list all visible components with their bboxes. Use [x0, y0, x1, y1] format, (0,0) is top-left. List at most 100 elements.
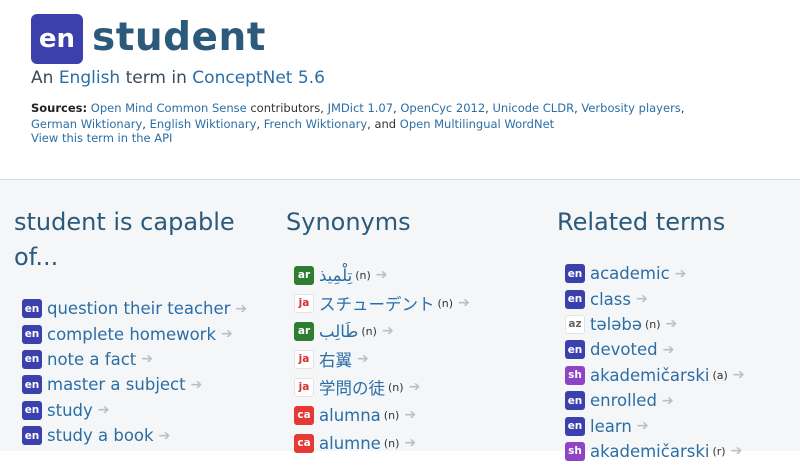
arrow-right-icon[interactable]: ➔ — [159, 428, 171, 444]
api-link[interactable]: View this term in the API — [31, 131, 172, 145]
source-link[interactable]: Open Multilingual WordNet — [400, 117, 554, 131]
language-badge: ar — [294, 321, 314, 341]
list-item: en class ➔ — [565, 286, 800, 311]
term-link[interactable]: طَالِب — [319, 322, 358, 341]
source-link[interactable]: English Wiktionary — [150, 117, 257, 131]
list-item: az tələbə (n) ➔ — [565, 312, 800, 337]
sources-list: Sources: Open Mind Common Sense contribu… — [31, 100, 711, 132]
term-link[interactable]: devoted — [590, 340, 658, 359]
term-link[interactable]: study — [47, 401, 93, 420]
list-item: sh akademičarski (a) ➔ — [565, 363, 800, 388]
arrow-right-icon[interactable]: ➔ — [733, 367, 745, 383]
source-link[interactable]: German Wiktionary — [31, 117, 142, 131]
term-link[interactable]: enrolled — [590, 391, 657, 410]
term-link[interactable]: academic — [590, 264, 670, 283]
part-of-speech: (n) — [383, 408, 400, 422]
arrow-right-icon[interactable]: ➔ — [404, 435, 416, 451]
arrow-right-icon[interactable]: ➔ — [409, 379, 421, 395]
part-of-speech: (r) — [712, 444, 726, 458]
list-item: en question their teacher ➔ — [22, 296, 264, 321]
term-link[interactable]: learn — [590, 417, 632, 436]
term-link[interactable]: akademičarski — [590, 442, 709, 461]
language-badge: en — [565, 264, 585, 284]
conceptnet-link[interactable]: ConceptNet 5.6 — [192, 68, 325, 88]
arrow-right-icon[interactable]: ➔ — [636, 291, 648, 307]
language-badge: en — [22, 324, 42, 344]
source-link[interactable]: Verbosity players — [581, 101, 680, 115]
term-link[interactable]: alumne — [319, 434, 381, 453]
list-item: en devoted ➔ — [565, 337, 800, 362]
source-separator: , — [256, 117, 264, 131]
arrow-right-icon[interactable]: ➔ — [458, 295, 470, 311]
arrow-right-icon[interactable]: ➔ — [376, 267, 388, 283]
term-link[interactable]: study a book — [47, 426, 154, 445]
language-badge: en — [565, 416, 585, 436]
synonyms-column: Synonyms ar تِلْمِيذ (n) ➔ ja スチューデント (n) ➔ ar طَ… — [286, 205, 536, 457]
source-link[interactable]: Open Mind Common Sense — [91, 101, 247, 115]
term-link[interactable]: tələbə — [590, 315, 642, 334]
arrow-right-icon[interactable]: ➔ — [675, 266, 687, 282]
term-link[interactable]: class — [590, 290, 631, 309]
arrow-right-icon[interactable]: ➔ — [666, 316, 678, 332]
arrow-right-icon[interactable]: ➔ — [141, 351, 153, 367]
arrow-right-icon[interactable]: ➔ — [221, 326, 233, 342]
language-badge: en — [22, 349, 42, 369]
list-item: ja スチューデント (n) ➔ — [294, 289, 536, 317]
part-of-speech: (a) — [712, 368, 728, 382]
arrow-right-icon[interactable]: ➔ — [382, 323, 394, 339]
arrow-right-icon[interactable]: ➔ — [235, 301, 247, 317]
list-item: sh akademičarski (r) ➔ — [565, 439, 800, 464]
list-item: en complete homework ➔ — [22, 321, 264, 346]
term-link[interactable]: تِلْمِيذ — [319, 266, 352, 285]
source-link[interactable]: JMDict 1.07 — [328, 101, 393, 115]
list-item: ca alumna (n) ➔ — [294, 401, 536, 429]
arrow-right-icon[interactable]: ➔ — [731, 443, 743, 459]
term-link[interactable]: complete homework — [47, 325, 216, 344]
language-badge: ja — [294, 349, 314, 369]
column-title: Related terms — [557, 208, 726, 236]
arrow-right-icon[interactable]: ➔ — [662, 393, 674, 409]
arrow-right-icon[interactable]: ➔ — [191, 377, 203, 393]
term-link[interactable]: 学問の徒 — [319, 375, 385, 399]
term-link[interactable]: 右翼 — [319, 347, 352, 371]
page-title: student — [92, 15, 266, 60]
source-link[interactable]: OpenCyc 2012 — [400, 101, 485, 115]
list-item: ja 右翼 ➔ — [294, 345, 536, 373]
term-link[interactable]: akademičarski — [590, 366, 709, 385]
source-separator: , — [142, 117, 150, 131]
related-terms-list: en academic ➔ en class ➔ az tələbə (n) ➔ en devoted… — [557, 261, 800, 464]
arrow-right-icon[interactable]: ➔ — [357, 351, 369, 367]
subtitle-mid: term in — [120, 68, 193, 88]
list-item: en note a fact ➔ — [22, 347, 264, 372]
source-link[interactable]: French Wiktionary — [264, 117, 367, 131]
arrow-right-icon[interactable]: ➔ — [404, 407, 416, 423]
term-link[interactable]: question their teacher — [47, 299, 230, 318]
language-badge: en — [22, 426, 42, 446]
source-separator: , — [680, 101, 685, 115]
term-link[interactable]: alumna — [319, 406, 381, 425]
list-item: ar طَالِب (n) ➔ — [294, 317, 536, 345]
arrow-right-icon[interactable]: ➔ — [637, 418, 649, 434]
language-badge: ca — [294, 405, 314, 425]
subtitle-prefix: An — [31, 68, 59, 88]
language-badge: ar — [294, 265, 314, 285]
source-separator: contributors, — [246, 101, 328, 115]
list-item: en enrolled ➔ — [565, 388, 800, 413]
term-link[interactable]: master a subject — [47, 375, 186, 394]
term-link[interactable]: スチューデント — [319, 291, 435, 315]
list-item: en master a subject ➔ — [22, 372, 264, 397]
language-link[interactable]: English — [59, 68, 120, 88]
term-link[interactable]: note a fact — [47, 350, 136, 369]
part-of-speech: (n) — [644, 317, 661, 331]
language-badge: en — [565, 340, 585, 360]
source-link[interactable]: Unicode CLDR — [492, 101, 574, 115]
column-title: student is capable of... — [14, 208, 235, 271]
capable-of-column: student is capable of... en question thei… — [14, 205, 264, 448]
list-item: ca alumne (n) ➔ — [294, 429, 536, 457]
part-of-speech: (n) — [383, 436, 400, 450]
arrow-right-icon[interactable]: ➔ — [98, 402, 110, 418]
term-header: en student An English term in ConceptNet… — [0, 0, 800, 180]
arrow-right-icon[interactable]: ➔ — [663, 342, 675, 358]
language-badge: sh — [565, 441, 585, 461]
language-badge: en — [565, 391, 585, 411]
